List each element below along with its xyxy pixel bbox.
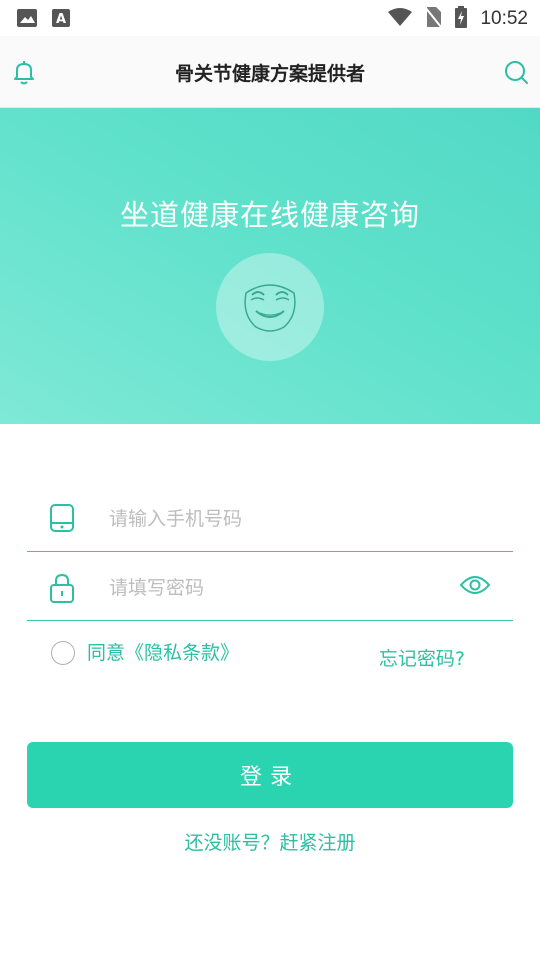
password-field[interactable]: 请填写密码 (27, 553, 513, 621)
battery-charging-icon (454, 6, 468, 32)
privacy-terms-link[interactable]: 同意《隐私条款》 (87, 638, 239, 665)
eye-icon[interactable] (459, 573, 491, 601)
app-bar: 骨关节健康方案提供者 (0, 36, 540, 108)
forgot-password-link[interactable]: 忘记密码? (379, 644, 465, 671)
hero-banner: 坐道健康在线健康咨询 (0, 108, 540, 424)
font-icon: A (52, 8, 70, 32)
password-input[interactable]: 请填写密码 (109, 573, 429, 600)
agree-radio[interactable] (51, 641, 75, 665)
search-icon[interactable] (502, 58, 530, 90)
phone-field[interactable]: 请输入手机号码 (27, 484, 513, 552)
svg-text:A: A (56, 12, 66, 27)
image-icon (16, 8, 38, 32)
avatar (216, 253, 324, 361)
wifi-icon (388, 7, 413, 31)
phone-input[interactable]: 请输入手机号码 (109, 504, 429, 531)
smiling-face-icon (240, 275, 300, 339)
page-title: 骨关节健康方案提供者 (174, 63, 365, 85)
status-bar: A 10:52 (0, 0, 540, 36)
phone-icon (47, 503, 77, 537)
login-button[interactable]: 登录 (27, 742, 513, 808)
agreement-row: 同意《隐私条款》 忘记密码? (27, 636, 513, 676)
hero-title: 坐道健康在线健康咨询 (119, 198, 420, 232)
clock: 10:52 (480, 8, 528, 29)
register-link[interactable]: 还没账号？赶紧注册 (0, 828, 540, 855)
no-sim-icon (424, 6, 443, 32)
lock-icon (47, 572, 77, 608)
